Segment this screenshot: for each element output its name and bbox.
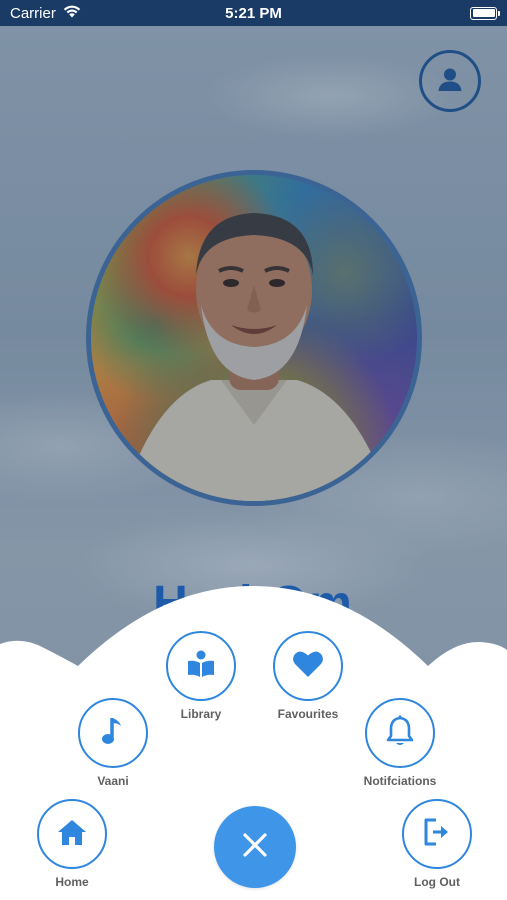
menu-item-logout[interactable]: Log Out [387, 799, 487, 889]
vaani-label: Vaani [97, 774, 129, 788]
logout-label: Log Out [414, 875, 460, 889]
home-icon [57, 818, 87, 851]
carrier-label: Carrier [10, 4, 56, 22]
home-label: Home [55, 875, 89, 889]
menu-item-home[interactable]: Home [22, 799, 122, 889]
music-note-icon [101, 716, 125, 751]
favourites-label: Favourites [277, 707, 339, 721]
vaani-button[interactable] [78, 698, 148, 768]
close-menu-button[interactable] [214, 806, 296, 888]
library-label: Library [180, 707, 222, 721]
favourites-button[interactable] [273, 631, 343, 701]
notifications-label: Notifciations [363, 774, 437, 788]
menu-item-vaani[interactable]: Vaani [63, 698, 163, 788]
menu-item-favourites[interactable]: Favourites [258, 631, 358, 721]
battery-fill [472, 9, 495, 17]
menu-item-library[interactable]: Library [151, 631, 251, 721]
menu-item-notifications[interactable]: Notifciations [345, 698, 455, 788]
library-button[interactable] [166, 631, 236, 701]
logout-icon [422, 817, 452, 852]
user-icon [437, 66, 463, 97]
close-icon [242, 832, 268, 863]
home-button[interactable] [37, 799, 107, 869]
heart-icon [292, 650, 324, 683]
notifications-button[interactable] [365, 698, 435, 768]
book-reader-icon [186, 649, 216, 684]
wifi-icon [63, 5, 81, 22]
status-bar: Carrier 5:21 PM [0, 0, 507, 26]
status-left: Carrier [10, 5, 81, 22]
profile-button[interactable] [419, 50, 481, 112]
battery-icon [470, 6, 500, 20]
logout-button[interactable] [402, 799, 472, 869]
bell-icon [386, 715, 414, 752]
